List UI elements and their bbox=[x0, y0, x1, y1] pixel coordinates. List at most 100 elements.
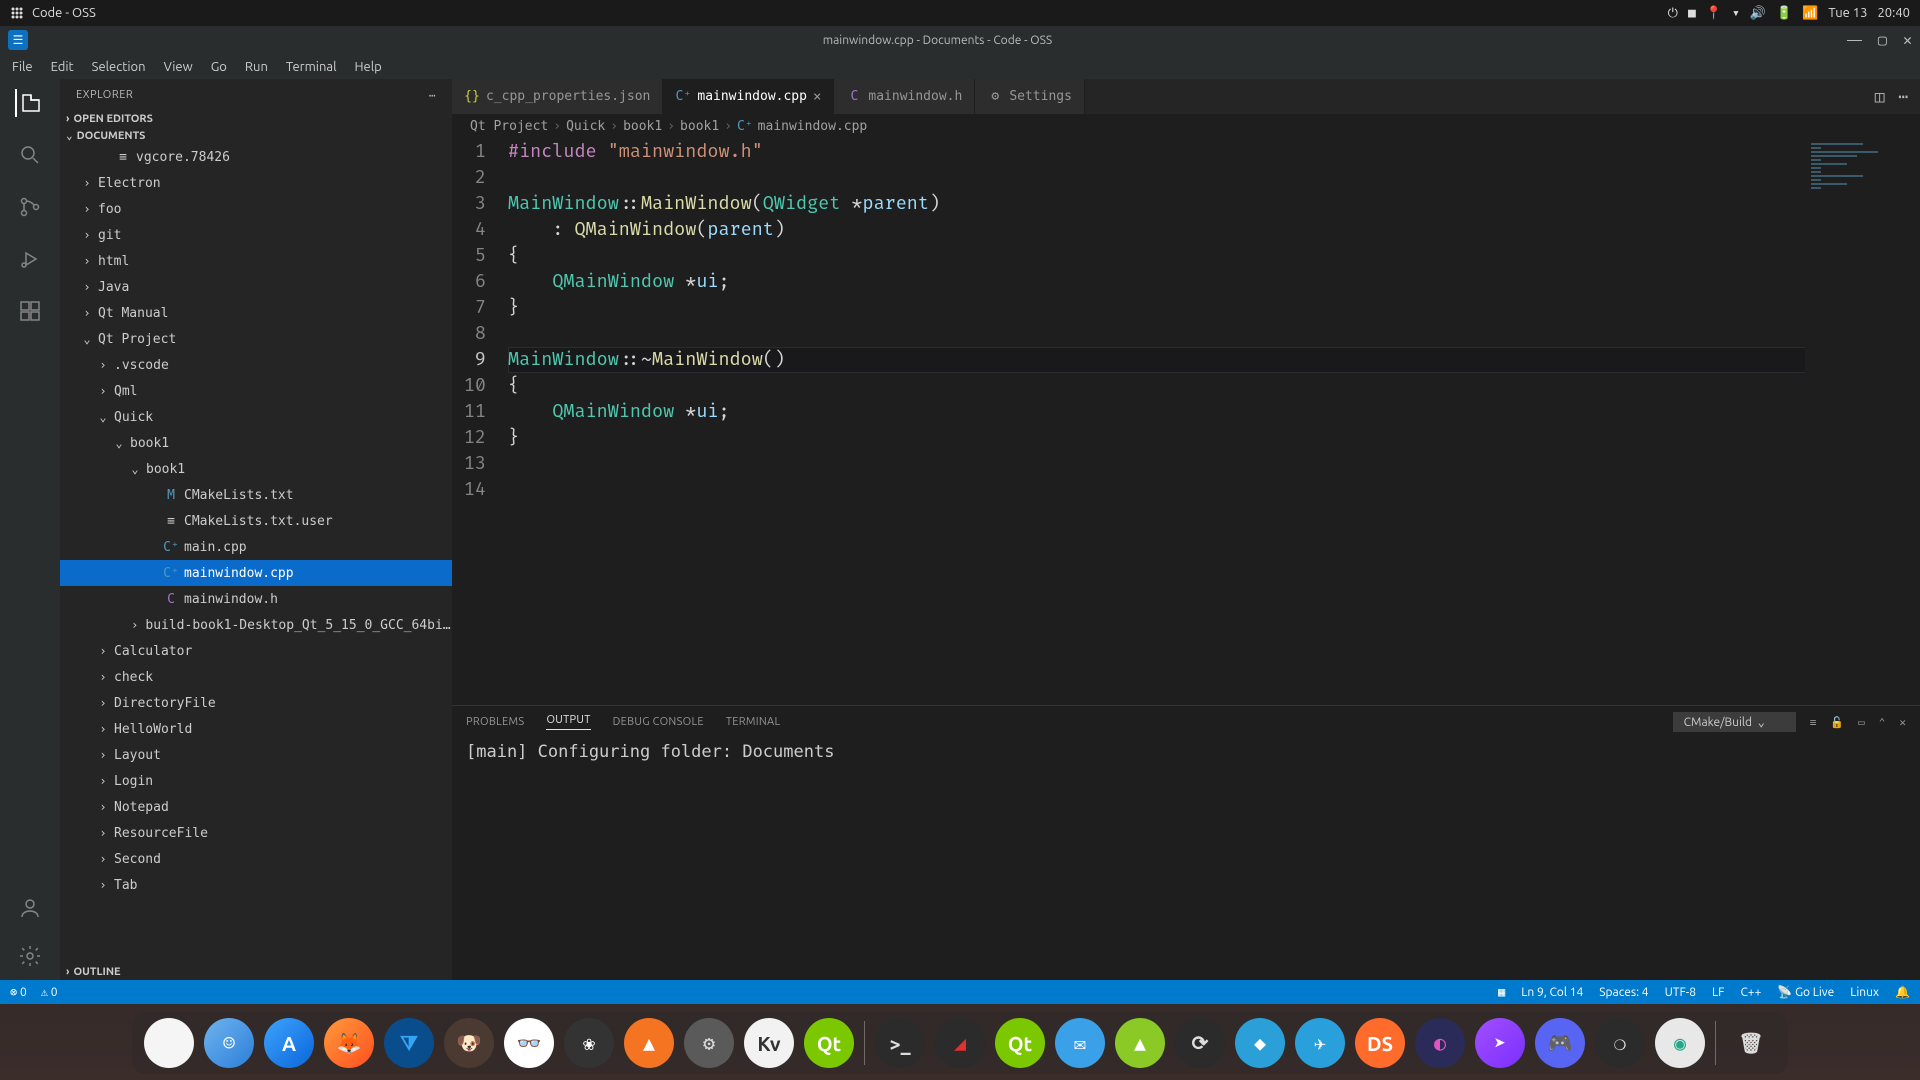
menu-item-go[interactable]: Go bbox=[203, 58, 235, 76]
code-content[interactable]: #include "mainwindow.h"​MainWindow::Main… bbox=[508, 139, 1920, 705]
menu-item-file[interactable]: File bbox=[4, 58, 41, 76]
settings-gear-icon[interactable] bbox=[16, 942, 44, 970]
tree-item[interactable]: ›ResourceFile bbox=[60, 820, 452, 846]
minimap[interactable] bbox=[1805, 139, 1920, 705]
tree-item[interactable]: ≡vgcore.78426 bbox=[60, 144, 452, 170]
menu-item-terminal[interactable]: Terminal bbox=[278, 58, 345, 76]
dock-app[interactable]: ▲ bbox=[1115, 1018, 1165, 1068]
workspace-section[interactable]: ⌄DOCUMENTS bbox=[60, 127, 452, 144]
tree-item[interactable]: ›check bbox=[60, 664, 452, 690]
dock-app[interactable]: 👓 bbox=[504, 1018, 554, 1068]
extensions-icon[interactable] bbox=[16, 297, 44, 325]
menu-item-selection[interactable]: Selection bbox=[84, 58, 154, 76]
status-eol[interactable]: LF bbox=[1712, 986, 1724, 999]
location-icon[interactable]: 📍 bbox=[1706, 6, 1722, 21]
tree-item[interactable]: ›DirectoryFile bbox=[60, 690, 452, 716]
dock-app[interactable]: ❀ bbox=[564, 1018, 614, 1068]
panel-lock-icon[interactable]: 🔓 bbox=[1830, 716, 1844, 729]
panel-tab-problems[interactable]: PROBLEMS bbox=[466, 716, 524, 728]
editor-tab[interactable]: ⚙Settings bbox=[975, 79, 1085, 114]
tree-item[interactable]: ›Qt Manual bbox=[60, 300, 452, 326]
dock-app[interactable]: ✈ bbox=[1295, 1018, 1345, 1068]
code-editor[interactable]: 1234567891011121314 #include "mainwindow… bbox=[452, 139, 1920, 705]
dock-app[interactable]: ➤ bbox=[1475, 1018, 1525, 1068]
dock-app[interactable]: ◉ bbox=[1655, 1018, 1705, 1068]
tree-item[interactable]: ⌄book1 bbox=[60, 430, 452, 456]
power-icon[interactable]: ⏻ bbox=[1668, 6, 1678, 21]
status-lncol[interactable]: Ln 9, Col 14 bbox=[1521, 986, 1583, 999]
tree-item[interactable]: ›Layout bbox=[60, 742, 452, 768]
status-encoding[interactable]: UTF-8 bbox=[1665, 986, 1696, 999]
status-errors[interactable]: ⊗ 0 bbox=[10, 985, 27, 999]
output-channel-select[interactable]: CMake/Build ⌄ bbox=[1673, 712, 1796, 732]
activities-icon[interactable] bbox=[10, 6, 24, 20]
explorer-icon[interactable] bbox=[15, 89, 43, 117]
dock-app[interactable]: ❍ bbox=[1595, 1018, 1645, 1068]
dock-app[interactable]: ◆ bbox=[1235, 1018, 1285, 1068]
split-editor-icon[interactable]: ◫ bbox=[1875, 87, 1885, 106]
minimize-button[interactable]: — bbox=[1847, 31, 1862, 49]
search-icon[interactable] bbox=[16, 141, 44, 169]
tree-item[interactable]: ›foo bbox=[60, 196, 452, 222]
source-control-icon[interactable] bbox=[16, 193, 44, 221]
breadcrumb-segment[interactable]: Qt Project bbox=[470, 119, 548, 134]
dock-app[interactable]: ☺ bbox=[204, 1018, 254, 1068]
clock-day[interactable]: Tue 13 bbox=[1828, 6, 1867, 20]
dock-app[interactable]: ◢ bbox=[935, 1018, 985, 1068]
dock-app[interactable] bbox=[144, 1018, 194, 1068]
breadcrumb[interactable]: Qt Project›Quick›book1›book1›C⁺mainwindo… bbox=[452, 114, 1920, 139]
sidebar-more-icon[interactable]: ⋯ bbox=[429, 89, 436, 102]
tree-item[interactable]: Cmainwindow.h bbox=[60, 586, 452, 612]
dock-app[interactable]: 🎮 bbox=[1535, 1018, 1585, 1068]
output-content[interactable]: [main] Configuring folder: Documents bbox=[452, 738, 1920, 980]
status-layout-icon[interactable]: ▦ bbox=[1498, 985, 1505, 999]
breadcrumb-segment[interactable]: book1 bbox=[623, 119, 662, 134]
tree-item[interactable]: C⁺main.cpp bbox=[60, 534, 452, 560]
editor-tab[interactable]: C⁺mainwindow.cpp× bbox=[663, 79, 834, 114]
tree-item[interactable]: ›html bbox=[60, 248, 452, 274]
panel-tab-debug-console[interactable]: DEBUG CONSOLE bbox=[613, 716, 704, 728]
tree-item[interactable]: ›Second bbox=[60, 846, 452, 872]
tree-item[interactable]: ›build-book1-Desktop_Qt_5_15_0_GCC_64bit… bbox=[60, 612, 452, 638]
dock-app[interactable]: ▲ bbox=[624, 1018, 674, 1068]
tree-item[interactable]: MCMakeLists.txt bbox=[60, 482, 452, 508]
app-name-label[interactable]: Code - OSS bbox=[32, 6, 96, 20]
dock-app[interactable]: Kv bbox=[744, 1018, 794, 1068]
dock-app[interactable]: Qt bbox=[804, 1018, 854, 1068]
tree-item[interactable]: ›Java bbox=[60, 274, 452, 300]
tree-item[interactable]: ›Calculator bbox=[60, 638, 452, 664]
outline-section[interactable]: ›OUTLINE bbox=[60, 964, 452, 980]
debug-icon[interactable] bbox=[16, 245, 44, 273]
dock-app[interactable]: ⚙ bbox=[684, 1018, 734, 1068]
battery-icon[interactable]: 🔋 bbox=[1776, 6, 1792, 21]
close-button[interactable]: ✕ bbox=[1903, 31, 1912, 49]
breadcrumb-segment[interactable]: Quick bbox=[566, 119, 605, 134]
wifi-icon[interactable]: 📶 bbox=[1802, 6, 1818, 21]
editor-tab[interactable]: Cmainwindow.h bbox=[834, 79, 975, 114]
tab-close-icon[interactable]: × bbox=[813, 89, 821, 105]
menu-item-run[interactable]: Run bbox=[237, 58, 276, 76]
tree-item[interactable]: ⌄book1 bbox=[60, 456, 452, 482]
status-os[interactable]: Linux bbox=[1850, 986, 1879, 999]
dock-app[interactable]: ✉ bbox=[1055, 1018, 1105, 1068]
dock-app[interactable]: DS bbox=[1355, 1018, 1405, 1068]
dock-app[interactable]: 🐶 bbox=[444, 1018, 494, 1068]
volume-icon[interactable]: 🔊 bbox=[1750, 6, 1766, 21]
tree-item[interactable]: C⁺mainwindow.cpp bbox=[60, 560, 452, 586]
open-editors-section[interactable]: ›OPEN EDITORS bbox=[60, 111, 452, 127]
tree-item[interactable]: ›.vscode bbox=[60, 352, 452, 378]
breadcrumb-segment[interactable]: book1 bbox=[680, 119, 719, 134]
tree-item[interactable]: ›Electron bbox=[60, 170, 452, 196]
status-warnings[interactable]: ⚠ 0 bbox=[41, 985, 58, 999]
stop-icon[interactable]: ■ bbox=[1688, 6, 1696, 21]
clock-time[interactable]: 20:40 bbox=[1877, 6, 1910, 20]
breadcrumb-segment[interactable]: mainwindow.cpp bbox=[758, 119, 868, 134]
status-golive[interactable]: 📡 Go Live bbox=[1777, 985, 1834, 999]
dock-app[interactable]: A bbox=[264, 1018, 314, 1068]
panel-close-icon[interactable]: ✕ bbox=[1899, 716, 1906, 729]
status-bell-icon[interactable]: 🔔 bbox=[1895, 985, 1910, 999]
status-lang[interactable]: C++ bbox=[1740, 986, 1761, 999]
panel-collapse-icon[interactable]: ⌃ bbox=[1879, 716, 1886, 729]
editor-tab[interactable]: {}c_cpp_properties.json bbox=[452, 79, 663, 114]
dock-app[interactable]: 🦊 bbox=[324, 1018, 374, 1068]
